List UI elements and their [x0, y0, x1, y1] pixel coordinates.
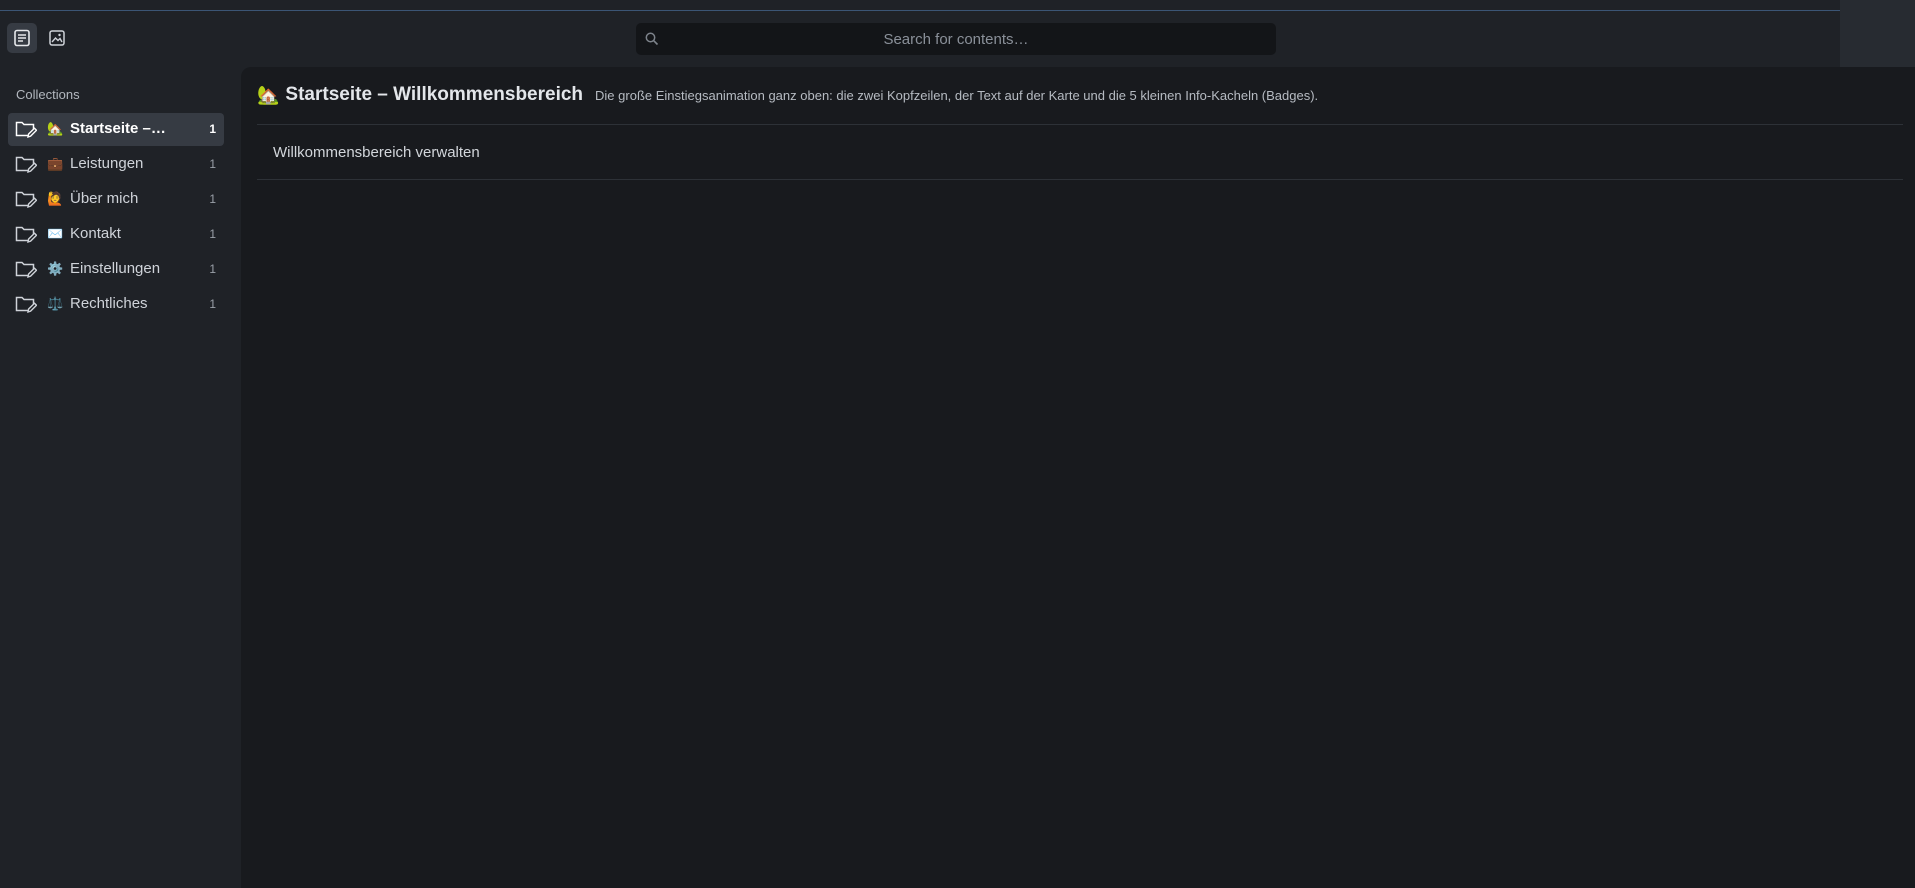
entry-label: Willkommensbereich verwalten: [273, 143, 480, 161]
sidebar-item-kontakt[interactable]: ✉️ Kontakt 1: [8, 218, 224, 251]
envelope-icon: ✉️: [47, 226, 64, 241]
gear-icon: ⚙️: [47, 261, 64, 276]
contents-mode-button[interactable]: [7, 23, 37, 53]
house-icon: 🏡: [47, 121, 64, 136]
sidebar-heading: Collections: [16, 87, 80, 102]
sidebar-item-label: Über mich: [70, 190, 139, 207]
folder-edit-icon: [15, 156, 37, 174]
folder-edit-icon: [15, 121, 37, 139]
media-mode-button[interactable]: [42, 23, 72, 53]
sidebar-item-startseite[interactable]: 🏡 Startseite –… 1: [8, 113, 224, 146]
collection-header: 🏡 Startseite – Willkommensbereich Die gr…: [257, 79, 1895, 111]
document-icon: [14, 29, 30, 47]
search-bar: [636, 23, 1276, 55]
briefcase-icon: 💼: [47, 156, 64, 171]
sidebar-item-ueber-mich[interactable]: 🙋 Über mich 1: [8, 183, 224, 216]
top-bar: [0, 11, 1915, 67]
search-icon: [645, 32, 659, 46]
folder-edit-icon: [15, 226, 37, 244]
item-count: 1: [209, 192, 216, 206]
main-content: 🏡 Startseite – Willkommensbereich Die gr…: [241, 67, 1915, 888]
collection-description: Die große Einstiegsanimation ganz oben: …: [595, 87, 1319, 103]
folder-edit-icon: [15, 191, 37, 209]
entry-divider: [257, 179, 1903, 180]
sidebar-item-label: Einstellungen: [70, 260, 161, 277]
person-raising-hand-icon: 🙋: [47, 191, 64, 206]
item-count: 1: [209, 122, 216, 136]
sidebar-item-leistungen[interactable]: 💼 Leistungen 1: [8, 148, 224, 181]
sidebar-item-rechtliches[interactable]: ⚖️ Rechtliches 1: [8, 288, 224, 321]
sidebar-item-einstellungen[interactable]: ⚙️ Einstellungen 1: [8, 253, 224, 286]
sidebar-item-label: Rechtliches: [70, 295, 148, 312]
sidebar-item-label: Startseite –…: [70, 120, 166, 137]
item-count: 1: [209, 297, 216, 311]
folder-edit-icon: [15, 261, 37, 279]
item-count: 1: [209, 157, 216, 171]
page-title: Startseite – Willkommensbereich: [285, 84, 584, 105]
folder-edit-icon: [15, 296, 37, 314]
sidebar-item-label: Kontakt: [70, 225, 121, 242]
sidebar: Collections 🏡 Startseite –… 1 💼 Leistung…: [0, 67, 238, 888]
balance-scale-icon: ⚖️: [47, 296, 64, 311]
sidebar-item-label: Leistungen: [70, 155, 144, 172]
item-count: 1: [209, 262, 216, 276]
content-entry[interactable]: Willkommensbereich verwalten: [257, 125, 1903, 179]
image-icon: [49, 30, 65, 46]
search-input[interactable]: [636, 23, 1276, 55]
item-count: 1: [209, 227, 216, 241]
collections-list: 🏡 Startseite –… 1 💼 Leistungen 1 🙋 Über …: [8, 113, 224, 323]
house-icon: 🏡: [257, 85, 280, 105]
